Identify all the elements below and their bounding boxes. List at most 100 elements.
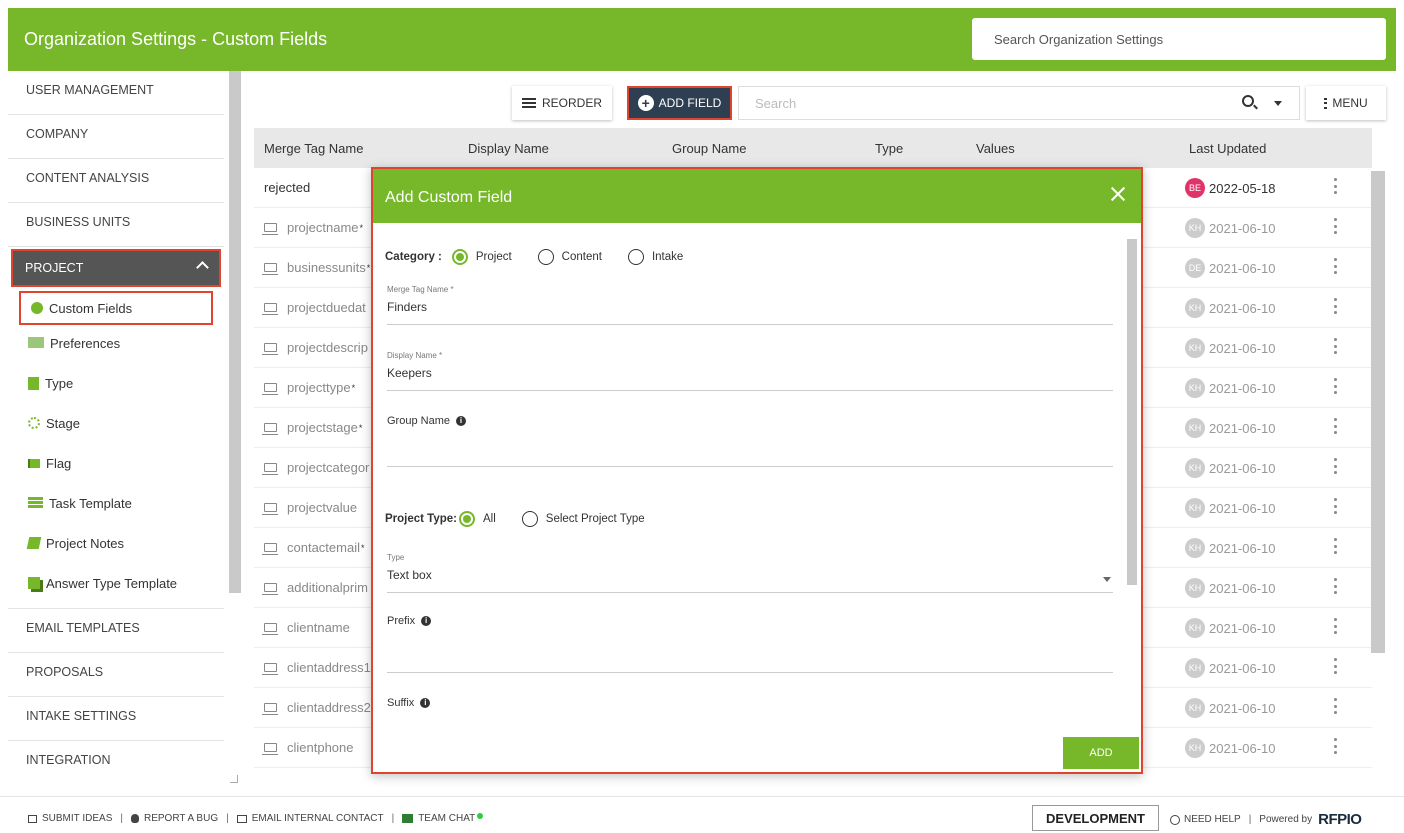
search-icon[interactable] xyxy=(1242,95,1254,107)
last-updated-date: 2021-06-10 xyxy=(1209,620,1276,636)
prefix-field[interactable]: Prefix i xyxy=(387,615,1113,673)
merge-tag-cell[interactable]: rejected xyxy=(264,180,311,195)
org-settings-search-input[interactable] xyxy=(972,18,1386,60)
merge-tag-cell[interactable]: clientphone xyxy=(262,740,355,755)
row-actions-kebab-icon[interactable] xyxy=(1334,218,1337,234)
laptop-icon xyxy=(262,663,278,675)
merge-tag-cell[interactable]: clientname xyxy=(262,620,351,635)
category-option-content[interactable]: Content xyxy=(537,249,602,265)
row-actions-kebab-icon[interactable] xyxy=(1334,498,1337,514)
merge-tag-cell[interactable]: clientaddress2 xyxy=(262,700,372,715)
group-name-field[interactable]: Group Name i xyxy=(387,415,1113,467)
last-updated-cell: BE 2022-05-18 xyxy=(1185,178,1276,198)
modal-scrollbar[interactable] xyxy=(1127,239,1137,585)
sidebar-item-user-management[interactable]: USER MANAGEMENT xyxy=(8,71,224,115)
merge-tag-cell[interactable]: projectduedat xyxy=(262,300,367,315)
row-actions-kebab-icon[interactable] xyxy=(1334,698,1337,714)
merge-tag-cell[interactable]: projecttype * xyxy=(262,380,355,395)
sidebar-item-business-units[interactable]: BUSINESS UNITS xyxy=(8,203,224,247)
chevron-down-icon[interactable] xyxy=(1274,101,1282,106)
sidebar-item-project[interactable]: PROJECT xyxy=(11,249,221,287)
add-button[interactable]: ADD xyxy=(1063,737,1139,769)
last-updated-cell: KH 2021-06-10 xyxy=(1185,498,1276,518)
column-header-merge-tag[interactable]: Merge Tag Name xyxy=(264,141,363,156)
add-field-button[interactable]: + ADD FIELD xyxy=(627,86,732,120)
project-type-option-select[interactable]: Select Project Type xyxy=(521,511,645,527)
table-scrollbar[interactable] xyxy=(1371,171,1385,653)
merge-tag-cell[interactable]: contactemail * xyxy=(262,540,365,555)
column-header-values[interactable]: Values xyxy=(976,141,1015,156)
category-option-project[interactable]: Project xyxy=(451,249,512,265)
comment-icon xyxy=(28,814,37,823)
column-header-group-name[interactable]: Group Name xyxy=(672,141,746,156)
avatar: BE xyxy=(1185,178,1205,198)
info-icon[interactable]: i xyxy=(455,416,466,426)
last-updated-cell: DE 2021-06-10 xyxy=(1185,258,1276,278)
report-bug-link[interactable]: REPORT A BUG xyxy=(144,813,218,824)
merge-tag-cell[interactable]: projectvalue xyxy=(262,500,358,515)
column-header-type[interactable]: Type xyxy=(875,141,903,156)
sidebar-subitem-flag[interactable]: Flag xyxy=(8,445,224,485)
row-actions-kebab-icon[interactable] xyxy=(1334,618,1337,634)
sidebar-subitem-answer-type-template[interactable]: Answer Type Template xyxy=(8,565,224,609)
column-header-last-updated[interactable]: Last Updated xyxy=(1189,141,1266,156)
submit-ideas-link[interactable]: SUBMIT IDEAS xyxy=(42,813,112,824)
merge-tag-cell[interactable]: additionalprim xyxy=(262,580,369,595)
radio-label: Project xyxy=(475,251,512,263)
sidebar-subitem-custom-fields[interactable]: Custom Fields xyxy=(19,291,213,325)
sidebar-item-company[interactable]: COMPANY xyxy=(8,115,224,159)
category-option-intake[interactable]: Intake xyxy=(627,249,683,265)
merge-tag-name-field[interactable]: Merge Tag Name * Finders xyxy=(387,285,1113,325)
need-help-link[interactable]: NEED HELP xyxy=(1184,814,1241,825)
row-actions-kebab-icon[interactable] xyxy=(1334,738,1337,754)
merge-tag-cell[interactable]: projectcategor xyxy=(262,460,370,475)
help-icon xyxy=(1170,814,1180,825)
row-actions-kebab-icon[interactable] xyxy=(1334,338,1337,354)
sidebar-subitem-type[interactable]: Type xyxy=(8,365,224,405)
modal-title: Add Custom Field xyxy=(385,189,513,206)
row-actions-kebab-icon[interactable] xyxy=(1334,378,1337,394)
sidebar-item-content-analysis[interactable]: CONTENT ANALYSIS xyxy=(8,159,224,203)
row-actions-kebab-icon[interactable] xyxy=(1334,578,1337,594)
sidebar-item-proposals[interactable]: PROPOSALS xyxy=(8,653,224,697)
sidebar-subitem-task-template[interactable]: Task Template xyxy=(8,485,224,525)
resize-handle[interactable] xyxy=(230,775,238,783)
sidebar-item-email-templates[interactable]: EMAIL TEMPLATES xyxy=(8,609,224,653)
merge-tag-cell[interactable]: projectname * xyxy=(262,220,363,235)
last-updated-date: 2021-06-10 xyxy=(1209,740,1276,756)
sidebar-subitem-stage[interactable]: Stage xyxy=(8,405,224,445)
row-actions-kebab-icon[interactable] xyxy=(1334,258,1337,274)
email-internal-contact-link[interactable]: EMAIL INTERNAL CONTACT xyxy=(252,813,384,824)
merge-tag-cell[interactable]: businessunits * xyxy=(262,260,370,275)
flag-icon xyxy=(28,459,40,468)
row-actions-kebab-icon[interactable] xyxy=(1334,658,1337,674)
sidebar-item-intake-settings[interactable]: INTAKE SETTINGS xyxy=(8,697,224,741)
type-select[interactable]: Type Text box xyxy=(387,553,1113,593)
sidebar-item-integration[interactable]: INTEGRATION xyxy=(8,741,224,778)
close-icon[interactable] xyxy=(1109,185,1127,203)
merge-tag-cell[interactable]: projectdescrip xyxy=(262,340,369,355)
row-actions-kebab-icon[interactable] xyxy=(1334,298,1337,314)
last-updated-cell: KH 2021-06-10 xyxy=(1185,698,1276,718)
menu-button-label: MENU xyxy=(1332,96,1368,110)
display-name-field[interactable]: Display Name * Keepers xyxy=(387,351,1113,391)
sidebar-subitem-preferences[interactable]: Preferences xyxy=(8,325,224,365)
info-icon[interactable]: i xyxy=(421,616,432,626)
row-actions-kebab-icon[interactable] xyxy=(1334,418,1337,434)
merge-tag-cell[interactable]: projectstage * xyxy=(262,420,362,435)
team-chat-link[interactable]: TEAM CHAT xyxy=(418,813,475,824)
merge-tag-cell[interactable]: clientaddress1 xyxy=(262,660,372,675)
menu-button[interactable]: MENU xyxy=(1306,86,1386,120)
custom-fields-search-input[interactable] xyxy=(738,86,1300,120)
radio-icon xyxy=(537,249,554,265)
reorder-button[interactable]: REORDER xyxy=(512,86,612,120)
sidebar-subitem-project-notes[interactable]: Project Notes xyxy=(8,525,224,565)
info-icon[interactable]: i xyxy=(420,698,431,708)
row-actions-kebab-icon[interactable] xyxy=(1334,178,1337,194)
column-header-display-name[interactable]: Display Name xyxy=(468,141,549,156)
row-actions-kebab-icon[interactable] xyxy=(1334,538,1337,554)
sidebar-scrollbar[interactable] xyxy=(229,71,241,593)
suffix-field[interactable]: Suffix i xyxy=(387,697,1113,737)
row-actions-kebab-icon[interactable] xyxy=(1334,458,1337,474)
project-type-option-all[interactable]: All xyxy=(459,511,496,527)
